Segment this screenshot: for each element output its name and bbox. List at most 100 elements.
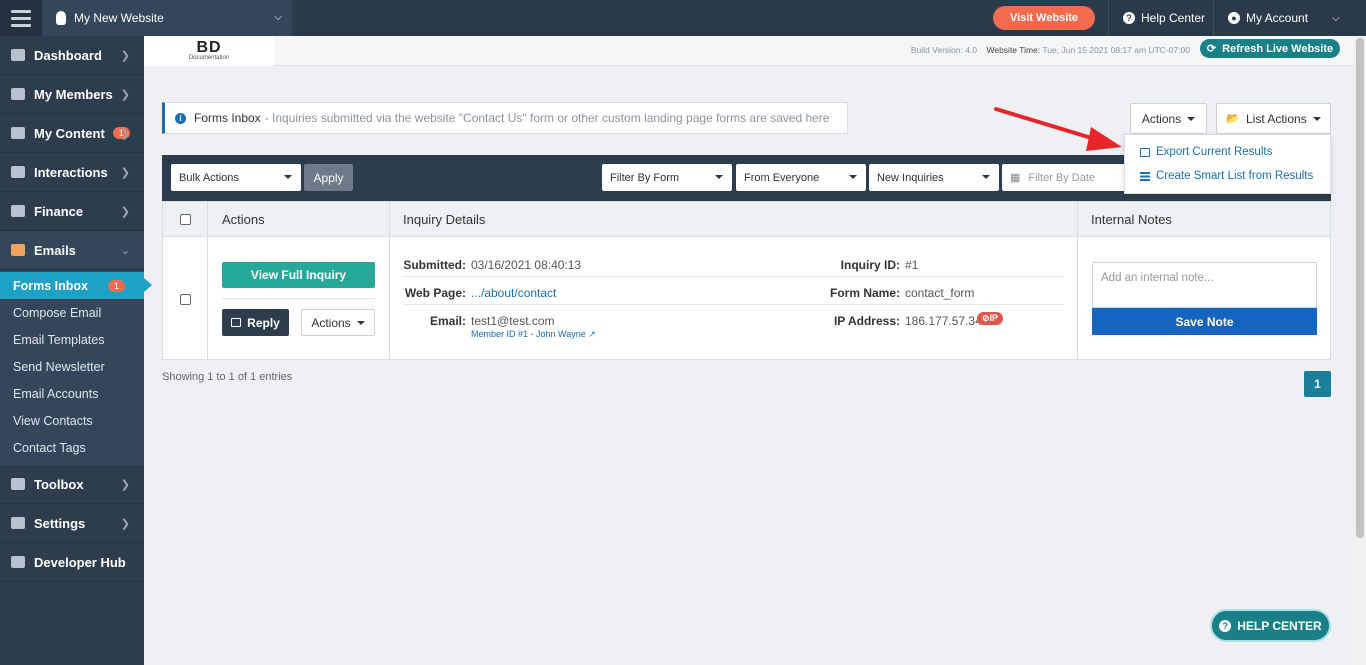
scrollbar-thumb[interactable]	[1356, 38, 1364, 538]
chevron-right-icon: ❯	[120, 127, 130, 140]
chevron-right-icon: ❯	[120, 88, 130, 101]
emails-submenu: Forms Inbox 1 Compose Email Email Templat…	[0, 270, 152, 465]
chevron-right-icon: ❯	[120, 166, 130, 179]
filter-by-form-select[interactable]: Filter By Form	[602, 164, 732, 191]
email-label: Email:	[429, 314, 466, 328]
reply-button[interactable]: Reply	[222, 309, 289, 336]
list-actions-button[interactable]: 📂 List Actions	[1216, 103, 1331, 134]
top-bar: My New Website ⌵ Visit Website ? Help Ce…	[0, 0, 1366, 36]
header-inquiry-details: Inquiry Details	[403, 212, 486, 227]
bulk-actions-select[interactable]: Bulk Actions	[171, 164, 301, 191]
sidebar-item-toolbox[interactable]: Toolbox ❯	[0, 465, 144, 504]
webpage-link[interactable]: .../about/contact	[471, 286, 556, 300]
sidebar-item-settings[interactable]: Settings ❯	[0, 504, 144, 543]
sidebar-item-label: Finance	[34, 203, 84, 219]
sidebar-item-emails[interactable]: Emails ⌄	[0, 231, 144, 270]
filter-by-date-input[interactable]: ▦ Filter By Date	[1002, 164, 1127, 191]
ban-icon: ⊘	[982, 313, 990, 323]
sidebar-item-compose-email[interactable]: Compose Email	[0, 299, 144, 326]
logo-text: BD	[196, 39, 222, 56]
sidebar-item-label: Interactions	[34, 164, 108, 180]
refresh-icon: ⟳	[1206, 43, 1217, 55]
sidebar-item-contact-tags[interactable]: Contact Tags	[0, 434, 144, 461]
my-account-link[interactable]: ● My Account ⌵	[1228, 0, 1340, 36]
ip-address-label: IP Address:	[833, 314, 900, 328]
list-icon	[1140, 171, 1150, 181]
caret-down-icon	[1312, 116, 1321, 121]
column-divider	[389, 202, 390, 359]
ip-ban-badge[interactable]: ⊘IP	[977, 312, 1004, 325]
pie-chart-icon	[11, 205, 25, 217]
status-select[interactable]: New Inquiries	[869, 164, 999, 191]
internal-note-textarea[interactable]: Add an internal note...	[1092, 262, 1317, 308]
sidebar-item-send-newsletter[interactable]: Send Newsletter	[0, 353, 144, 380]
divider	[403, 276, 1063, 277]
logo[interactable]: BD Documentation	[144, 36, 274, 66]
sidebar-item-label: Toolbox	[34, 476, 84, 492]
webpage-label: Web Page:	[404, 286, 466, 300]
visit-website-button[interactable]: Visit Website	[993, 6, 1095, 30]
sidebar-item-label: My Members	[34, 86, 113, 102]
caret-down-icon	[284, 175, 292, 179]
caret-down-icon	[982, 175, 990, 179]
lightbulb-icon	[56, 11, 66, 25]
status-value: New Inquiries	[877, 171, 944, 184]
info-icon: i	[175, 112, 186, 124]
row-actions-label: Actions	[311, 315, 351, 330]
question-icon: ?	[1123, 12, 1135, 24]
from-select[interactable]: From Everyone	[736, 164, 866, 191]
apply-button[interactable]: Apply	[304, 164, 353, 191]
create-smart-list-item[interactable]: Create Smart List from Results	[1140, 170, 1313, 182]
sidebar-item-label: Forms Inbox	[13, 278, 89, 293]
build-version: Build Version: 4.0	[910, 45, 978, 55]
sidebar-item-interactions[interactable]: Interactions ❯	[0, 153, 144, 192]
sidebar-item-forms-inbox[interactable]: Forms Inbox 1	[0, 272, 152, 299]
pagination-page-1[interactable]: 1	[1304, 371, 1331, 397]
site-name: My New Website	[74, 11, 164, 25]
inquiry-id-label: Inquiry ID:	[840, 258, 900, 272]
from-value: From Everyone	[744, 171, 820, 184]
filter-by-form-value: Filter By Form	[610, 171, 680, 184]
inquiry-id-value: #1	[905, 258, 919, 272]
help-center-floating-button[interactable]: ? HELP CENTER	[1210, 609, 1331, 642]
sidebar-item-developer-hub[interactable]: Developer Hub	[0, 543, 144, 582]
sidebar-item-view-contacts[interactable]: View Contacts	[0, 407, 144, 434]
menu-icon[interactable]	[0, 0, 42, 36]
chevron-right-icon: ❯	[120, 49, 130, 62]
wrench-icon	[11, 478, 25, 490]
save-note-button[interactable]: Save Note	[1092, 308, 1317, 335]
refresh-label: Refresh Live Website	[1222, 42, 1334, 55]
ip-address-value: 186.177.57.34	[905, 314, 982, 328]
sidebar-item-my-content[interactable]: My Content 1 ❯	[0, 114, 144, 153]
help-center-link[interactable]: ? Help Center	[1123, 0, 1205, 36]
row-checkbox[interactable]	[180, 294, 191, 305]
member-link[interactable]: Member ID #1 - John Wayne ↗	[471, 329, 596, 340]
sidebar-item-finance[interactable]: Finance ❯	[0, 192, 144, 231]
actions-button[interactable]: Actions	[1130, 103, 1207, 134]
actions-dropdown-menu: Export Current Results Create Smart List…	[1124, 134, 1331, 194]
external-link-icon	[1140, 147, 1150, 157]
forms-inbox-info: i Forms Inbox - Inquiries submitted via …	[162, 102, 848, 134]
chevron-down-icon: ⌵	[1332, 12, 1340, 24]
sidebar-item-dashboard[interactable]: Dashboard ❯	[0, 36, 144, 75]
chevron-right-icon: ❯	[120, 205, 130, 218]
sidebar-item-email-accounts[interactable]: Email Accounts	[0, 380, 144, 407]
page-description: - Inquiries submitted via the website "C…	[264, 111, 830, 125]
sidebar-item-my-members[interactable]: My Members ❯	[0, 75, 144, 114]
refresh-live-website-button[interactable]: ⟳ Refresh Live Website	[1200, 39, 1340, 58]
help-center-label: HELP CENTER	[1237, 618, 1322, 633]
row-actions-button[interactable]: Actions	[301, 309, 375, 336]
sidebar: Dashboard ❯ My Members ❯ My Content 1 ❯ Inte…	[0, 36, 152, 665]
select-all-checkbox[interactable]	[180, 214, 191, 225]
view-full-inquiry-button[interactable]: View Full Inquiry	[222, 262, 375, 288]
form-name-value: contact_form	[905, 286, 975, 300]
site-selector[interactable]: My New Website ⌵	[42, 0, 292, 36]
scrollbar[interactable]	[1354, 36, 1366, 665]
caret-down-icon	[356, 320, 365, 325]
help-center-label: Help Center	[1141, 11, 1206, 25]
entries-summary: Showing 1 to 1 of 1 entries	[162, 371, 293, 383]
grid-icon	[11, 556, 25, 568]
sidebar-item-email-templates[interactable]: Email Templates	[0, 326, 144, 353]
users-icon	[11, 88, 25, 100]
export-current-results-item[interactable]: Export Current Results	[1140, 146, 1272, 158]
